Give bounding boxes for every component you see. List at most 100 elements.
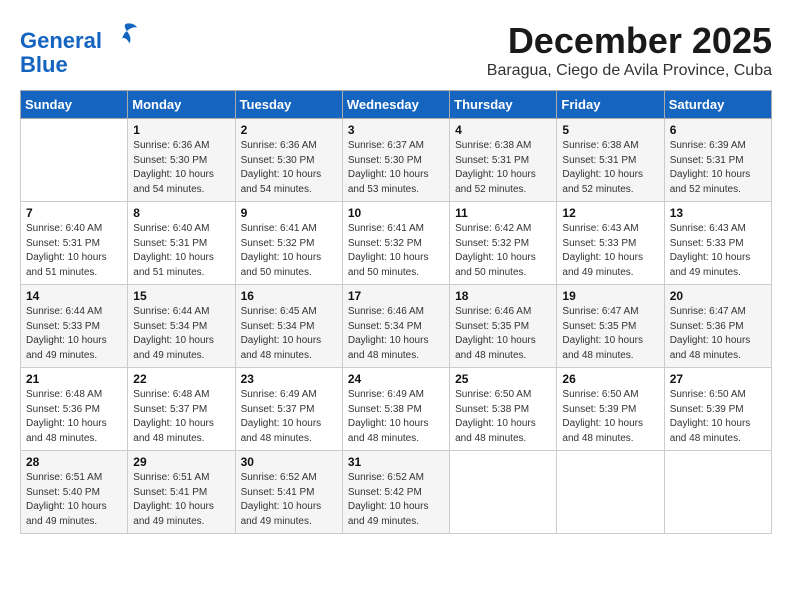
day-number: 29: [133, 455, 229, 469]
day-info: Sunrise: 6:52 AM Sunset: 5:41 PM Dayligh…: [241, 471, 337, 529]
day-number: 16: [241, 289, 337, 303]
day-number: 20: [670, 289, 766, 303]
header-thursday: Thursday: [450, 91, 557, 119]
calendar-cell: [557, 451, 664, 534]
day-info: Sunrise: 6:39 AM Sunset: 5:31 PM Dayligh…: [670, 139, 766, 197]
calendar-cell: 15 Sunrise: 6:44 AM Sunset: 5:34 PM Dayli…: [128, 285, 235, 368]
calendar-cell: 30 Sunrise: 6:52 AM Sunset: 5:41 PM Dayli…: [235, 451, 342, 534]
day-info: Sunrise: 6:36 AM Sunset: 5:30 PM Dayligh…: [241, 139, 337, 197]
day-info: Sunrise: 6:50 AM Sunset: 5:39 PM Dayligh…: [562, 388, 658, 446]
calendar-cell: 3 Sunrise: 6:37 AM Sunset: 5:30 PM Daylig…: [342, 119, 449, 202]
day-number: 15: [133, 289, 229, 303]
day-number: 25: [455, 372, 551, 386]
day-info: Sunrise: 6:48 AM Sunset: 5:37 PM Dayligh…: [133, 388, 229, 446]
page-header: General Blue December 2025 Baragua, Cieg…: [20, 20, 772, 80]
day-number: 30: [241, 455, 337, 469]
day-info: Sunrise: 6:45 AM Sunset: 5:34 PM Dayligh…: [241, 305, 337, 363]
day-info: Sunrise: 6:36 AM Sunset: 5:30 PM Dayligh…: [133, 139, 229, 197]
day-number: 17: [348, 289, 444, 303]
day-number: 21: [26, 372, 122, 386]
location-title: Baragua, Ciego de Avila Province, Cuba: [487, 62, 772, 80]
logo: General Blue: [20, 20, 139, 77]
logo-line2: Blue: [20, 52, 68, 77]
calendar-cell: 27 Sunrise: 6:50 AM Sunset: 5:39 PM Dayli…: [664, 368, 771, 451]
calendar-cell: 13Sunrise: 6:43 AM Sunset: 5:33 PM Dayli…: [664, 202, 771, 285]
calendar-week-2: 7 Sunrise: 6:40 AM Sunset: 5:31 PM Daylig…: [21, 202, 772, 285]
calendar-cell: 2 Sunrise: 6:36 AM Sunset: 5:30 PM Daylig…: [235, 119, 342, 202]
calendar-cell: 31Sunrise: 6:52 AM Sunset: 5:42 PM Dayli…: [342, 451, 449, 534]
day-number: 6: [670, 123, 766, 137]
calendar-cell: 11Sunrise: 6:42 AM Sunset: 5:32 PM Dayli…: [450, 202, 557, 285]
title-block: December 2025 Baragua, Ciego de Avila Pr…: [487, 20, 772, 80]
header-monday: Monday: [128, 91, 235, 119]
day-number: 3: [348, 123, 444, 137]
calendar-cell: 23Sunrise: 6:49 AM Sunset: 5:37 PM Dayli…: [235, 368, 342, 451]
day-info: Sunrise: 6:40 AM Sunset: 5:31 PM Dayligh…: [133, 222, 229, 280]
calendar-week-1: 1 Sunrise: 6:36 AM Sunset: 5:30 PM Daylig…: [21, 119, 772, 202]
day-info: Sunrise: 6:43 AM Sunset: 5:33 PM Dayligh…: [562, 222, 658, 280]
calendar-cell: 20 Sunrise: 6:47 AM Sunset: 5:36 PM Dayli…: [664, 285, 771, 368]
day-number: 27: [670, 372, 766, 386]
calendar-cell: 26Sunrise: 6:50 AM Sunset: 5:39 PM Dayli…: [557, 368, 664, 451]
day-info: Sunrise: 6:50 AM Sunset: 5:39 PM Dayligh…: [670, 388, 766, 446]
day-number: 28: [26, 455, 122, 469]
day-info: Sunrise: 6:44 AM Sunset: 5:34 PM Dayligh…: [133, 305, 229, 363]
logo-bird-icon: [111, 20, 139, 48]
day-info: Sunrise: 6:41 AM Sunset: 5:32 PM Dayligh…: [241, 222, 337, 280]
day-number: 1: [133, 123, 229, 137]
header-saturday: Saturday: [664, 91, 771, 119]
calendar-cell: 1 Sunrise: 6:36 AM Sunset: 5:30 PM Daylig…: [128, 119, 235, 202]
day-info: Sunrise: 6:38 AM Sunset: 5:31 PM Dayligh…: [562, 139, 658, 197]
day-number: 18: [455, 289, 551, 303]
day-info: Sunrise: 6:49 AM Sunset: 5:38 PM Dayligh…: [348, 388, 444, 446]
calendar-cell: 19 Sunrise: 6:47 AM Sunset: 5:35 PM Dayli…: [557, 285, 664, 368]
calendar-cell: 25Sunrise: 6:50 AM Sunset: 5:38 PM Dayli…: [450, 368, 557, 451]
calendar-cell: 16 Sunrise: 6:45 AM Sunset: 5:34 PM Dayli…: [235, 285, 342, 368]
day-number: 2: [241, 123, 337, 137]
day-info: Sunrise: 6:41 AM Sunset: 5:32 PM Dayligh…: [348, 222, 444, 280]
month-title: December 2025: [487, 20, 772, 62]
calendar-cell: 12 Sunrise: 6:43 AM Sunset: 5:33 PM Dayli…: [557, 202, 664, 285]
day-number: 19: [562, 289, 658, 303]
day-number: 11: [455, 206, 551, 220]
day-info: Sunrise: 6:46 AM Sunset: 5:34 PM Dayligh…: [348, 305, 444, 363]
calendar-week-5: 28 Sunrise: 6:51 AM Sunset: 5:40 PM Dayli…: [21, 451, 772, 534]
calendar-cell: 5 Sunrise: 6:38 AM Sunset: 5:31 PM Daylig…: [557, 119, 664, 202]
day-number: 10: [348, 206, 444, 220]
calendar-week-4: 21 Sunrise: 6:48 AM Sunset: 5:36 PM Dayli…: [21, 368, 772, 451]
calendar-cell: 9 Sunrise: 6:41 AM Sunset: 5:32 PM Daylig…: [235, 202, 342, 285]
day-number: 12: [562, 206, 658, 220]
day-number: 8: [133, 206, 229, 220]
day-number: 13: [670, 206, 766, 220]
calendar-cell: 4 Sunrise: 6:38 AM Sunset: 5:31 PM Daylig…: [450, 119, 557, 202]
day-number: 31: [348, 455, 444, 469]
logo-line1: General: [20, 28, 102, 53]
day-number: 5: [562, 123, 658, 137]
day-number: 9: [241, 206, 337, 220]
day-info: Sunrise: 6:37 AM Sunset: 5:30 PM Dayligh…: [348, 139, 444, 197]
day-info: Sunrise: 6:40 AM Sunset: 5:31 PM Dayligh…: [26, 222, 122, 280]
day-info: Sunrise: 6:47 AM Sunset: 5:35 PM Dayligh…: [562, 305, 658, 363]
calendar-week-3: 14 Sunrise: 6:44 AM Sunset: 5:33 PM Dayli…: [21, 285, 772, 368]
header-sunday: Sunday: [21, 91, 128, 119]
calendar-cell: 8 Sunrise: 6:40 AM Sunset: 5:31 PM Daylig…: [128, 202, 235, 285]
calendar-cell: [450, 451, 557, 534]
calendar-cell: 10 Sunrise: 6:41 AM Sunset: 5:32 PM Dayli…: [342, 202, 449, 285]
day-info: Sunrise: 6:44 AM Sunset: 5:33 PM Dayligh…: [26, 305, 122, 363]
day-info: Sunrise: 6:38 AM Sunset: 5:31 PM Dayligh…: [455, 139, 551, 197]
day-info: Sunrise: 6:51 AM Sunset: 5:40 PM Dayligh…: [26, 471, 122, 529]
calendar-cell: 21 Sunrise: 6:48 AM Sunset: 5:36 PM Dayli…: [21, 368, 128, 451]
calendar-cell: 28 Sunrise: 6:51 AM Sunset: 5:40 PM Dayli…: [21, 451, 128, 534]
day-number: 22: [133, 372, 229, 386]
day-number: 14: [26, 289, 122, 303]
day-info: Sunrise: 6:47 AM Sunset: 5:36 PM Dayligh…: [670, 305, 766, 363]
calendar-cell: 22 Sunrise: 6:48 AM Sunset: 5:37 PM Dayli…: [128, 368, 235, 451]
day-info: Sunrise: 6:49 AM Sunset: 5:37 PM Dayligh…: [241, 388, 337, 446]
calendar-cell: 17 Sunrise: 6:46 AM Sunset: 5:34 PM Dayli…: [342, 285, 449, 368]
calendar-cell: [664, 451, 771, 534]
day-info: Sunrise: 6:48 AM Sunset: 5:36 PM Dayligh…: [26, 388, 122, 446]
calendar-cell: 29Sunrise: 6:51 AM Sunset: 5:41 PM Dayli…: [128, 451, 235, 534]
day-number: 4: [455, 123, 551, 137]
day-number: 24: [348, 372, 444, 386]
day-number: 7: [26, 206, 122, 220]
